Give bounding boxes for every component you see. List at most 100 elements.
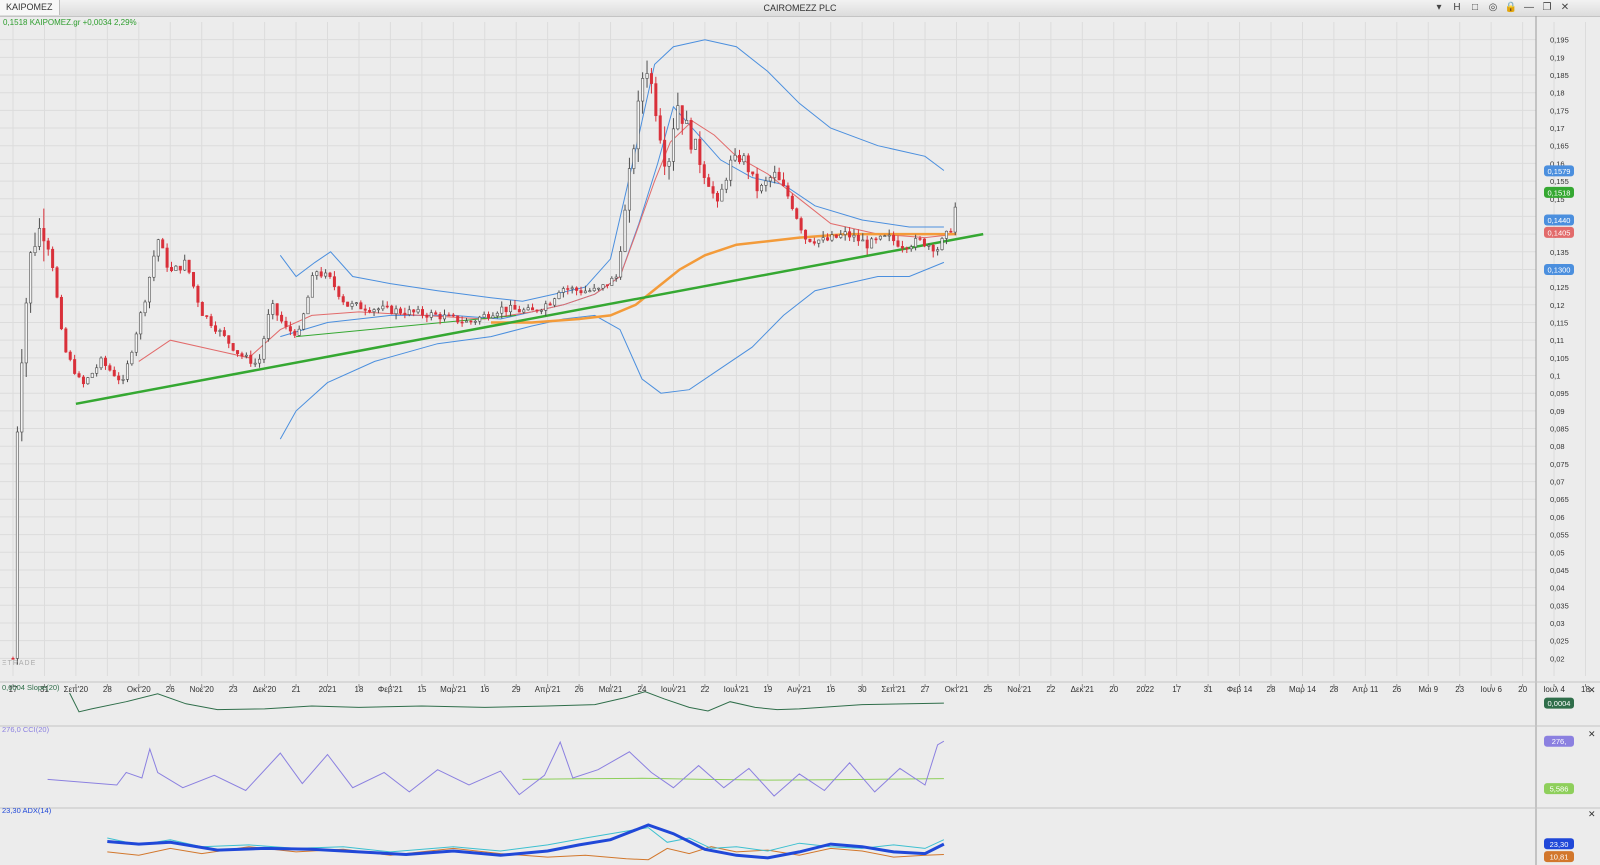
close-adx-icon[interactable]: ✕ (1588, 809, 1596, 819)
candle-body (37, 228, 41, 247)
candle-body (130, 351, 134, 365)
close-slope-icon[interactable]: ✕ (1588, 685, 1596, 695)
candle-body (161, 239, 165, 249)
candle-body (570, 287, 574, 290)
y-tick-label: 0,185 (1550, 71, 1569, 80)
candle-body (438, 313, 442, 320)
h-button[interactable]: H (1450, 1, 1464, 14)
close-cci-icon[interactable]: ✕ (1588, 729, 1596, 739)
y-tick-label: 0,03 (1550, 619, 1565, 628)
layout-icon[interactable]: □ (1468, 1, 1482, 14)
candle-body (680, 105, 684, 124)
candle-body (539, 310, 543, 312)
candle-body (95, 367, 99, 374)
candle-body (280, 314, 284, 322)
y-tick-label: 0,18 (1550, 89, 1565, 98)
candle-body (319, 271, 323, 277)
candle-body (473, 320, 477, 323)
candle-body (504, 306, 508, 313)
trendline-support-thin (296, 314, 517, 338)
candle-body (707, 177, 711, 187)
y-tick-label: 0,135 (1550, 248, 1569, 257)
x-tick-label: Νοε'21 (1007, 685, 1032, 694)
candle-body (451, 314, 455, 317)
eye-icon[interactable]: ◎ (1486, 1, 1500, 14)
chart-area[interactable]: 17 31 Σεπ'20 28 Οκτ'20 26 Νοε'20 23 Δεκ'20 21 2021… (0, 16, 1600, 865)
candle-body (81, 376, 85, 385)
lock-icon[interactable]: 🔒 (1504, 1, 1518, 14)
candle-body (773, 171, 777, 178)
candle-body (407, 309, 411, 315)
x-tick-label: Οκτ'20 (127, 685, 151, 694)
candle-body (258, 358, 262, 364)
candle-body (808, 238, 812, 242)
close-icon[interactable]: ✕ (1558, 1, 1572, 14)
x-tick-label: 26 (1392, 685, 1401, 694)
candle-body (517, 309, 521, 313)
candle-body (579, 290, 583, 294)
candle-body (566, 288, 570, 290)
restore-icon[interactable]: ❐ (1540, 1, 1554, 14)
y-tick-label: 0,025 (1550, 637, 1569, 646)
x-tick-label: 18 (354, 685, 363, 694)
candle-body (936, 249, 940, 252)
candle-body (266, 314, 270, 339)
candle-body (654, 83, 658, 117)
candle-body (702, 164, 706, 178)
y-tick-label: 0,11 (1550, 336, 1564, 345)
ema200-line (491, 232, 957, 324)
candle-body (112, 369, 116, 377)
x-tick-label: 25 (983, 685, 992, 694)
candle-body (341, 296, 345, 303)
y-tick-label: 0,08 (1550, 442, 1565, 451)
cci-ma-line (522, 777, 944, 781)
x-tick-label: 19 (763, 685, 772, 694)
candle-body (297, 328, 301, 336)
candle-body (627, 168, 631, 211)
candle-body (892, 234, 896, 242)
cci-line (47, 740, 945, 797)
candle-body (592, 287, 596, 292)
slope-badge: 0,0004 (1548, 699, 1571, 708)
candle-body (830, 234, 834, 241)
price-badge: 0,1518 (1548, 188, 1571, 197)
candle-body (751, 171, 755, 175)
candle-body (117, 375, 121, 381)
candle-body (619, 251, 623, 278)
y-tick-label: 0,165 (1550, 142, 1569, 151)
x-tick-label: 26 (575, 685, 584, 694)
candle-body (826, 237, 830, 241)
candle-body (55, 267, 59, 298)
sub-indicators (47, 691, 945, 861)
candle-body (878, 235, 882, 240)
candle-body (487, 314, 491, 319)
candle-body (218, 330, 222, 332)
candle-body (949, 230, 953, 233)
minimize-icon[interactable]: — (1522, 1, 1536, 14)
y-tick-label: 0,12 (1550, 301, 1565, 310)
candle-body (693, 138, 697, 150)
candle-body (209, 316, 213, 326)
price-badge: 0,1579 (1548, 167, 1571, 176)
candle-body (817, 239, 821, 244)
candle-body (20, 362, 24, 433)
candle-body (222, 330, 226, 336)
candle-body (852, 234, 856, 238)
candle-body (900, 246, 904, 249)
dropdown-icon[interactable]: ▾ (1432, 1, 1446, 14)
minus-di-badge: 10,81 (1550, 853, 1569, 862)
candle-body (575, 287, 579, 291)
candle-body (420, 309, 424, 316)
candle-body (733, 154, 737, 161)
candle-body (905, 247, 909, 250)
candle-body (914, 238, 918, 248)
candle-body (649, 73, 653, 84)
candle-body (103, 357, 107, 366)
candle-body (786, 185, 790, 197)
x-tick-label: 23 (1455, 685, 1464, 694)
candle-body (170, 267, 174, 271)
candle-body (737, 154, 741, 163)
candle-body (363, 308, 367, 311)
candle-body (777, 171, 781, 181)
candle-body (715, 192, 719, 202)
